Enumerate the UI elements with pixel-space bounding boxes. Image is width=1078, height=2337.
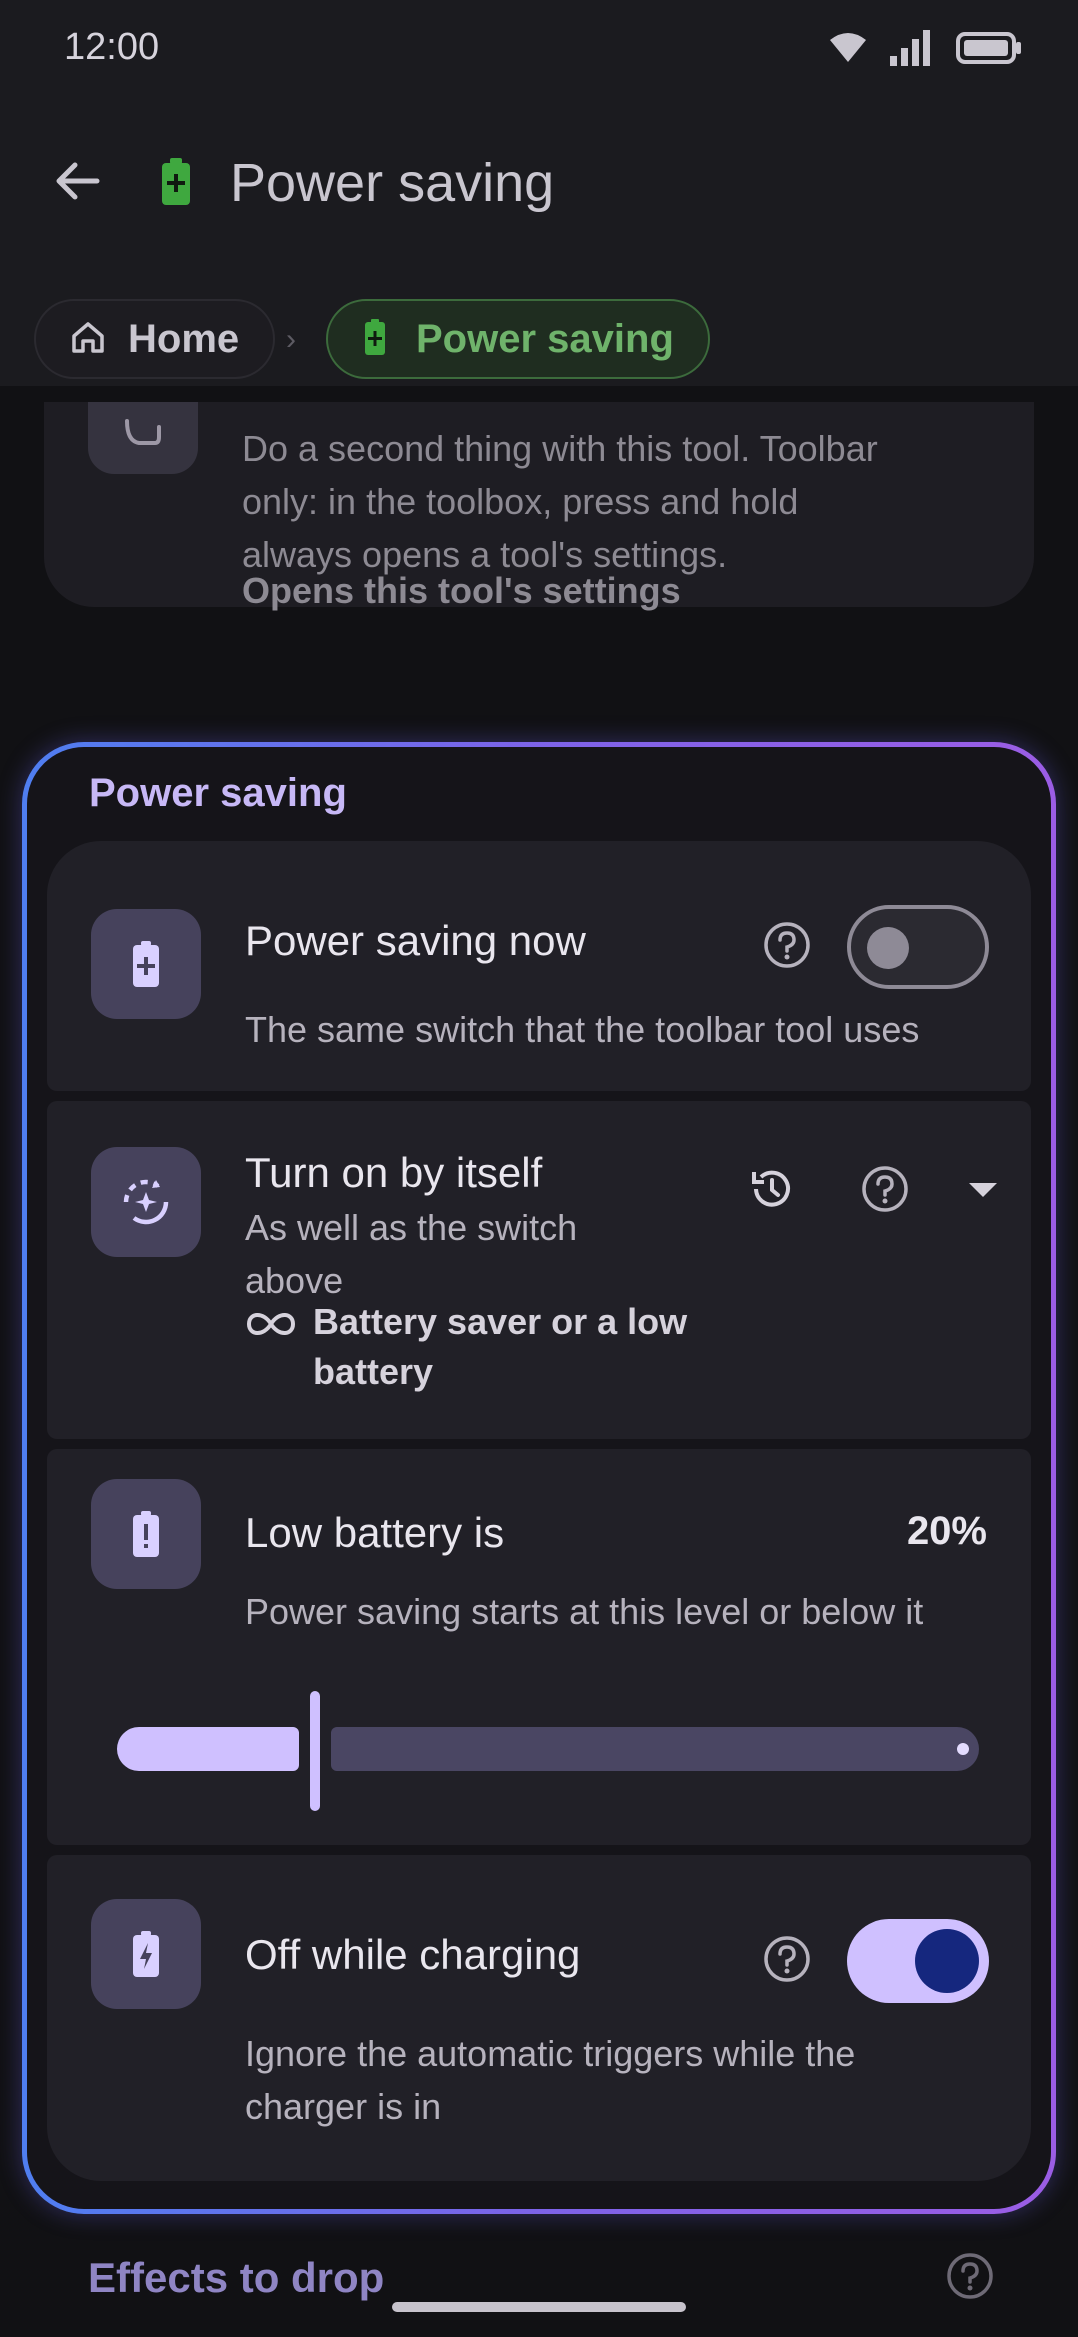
gesture-home-bar[interactable] xyxy=(392,2302,686,2312)
off-while-charging-switch[interactable] xyxy=(847,1919,989,2003)
setting-title: Low battery is xyxy=(245,1509,505,1556)
setting-description: Ignore the automatic triggers while the … xyxy=(245,2033,856,2127)
setting-description: As well as the switch above xyxy=(245,1207,578,1301)
setting-low-battery-level[interactable]: Low battery is 20% Power saving starts a… xyxy=(47,1449,1031,1845)
setting-title: Off while charging xyxy=(245,1931,581,1978)
battery-plus-icon xyxy=(364,318,386,360)
help-button[interactable] xyxy=(855,1161,915,1221)
infinity-icon xyxy=(245,1309,297,1344)
previous-setting-action: Opens this tool's settings xyxy=(242,570,681,611)
app-bar: Power saving xyxy=(0,96,1078,271)
setting-title: Power saving now xyxy=(245,917,586,964)
switch-thumb xyxy=(867,927,909,969)
setting-power-saving-now[interactable]: Power saving now The same switch that th… xyxy=(47,841,1031,1091)
switch-thumb xyxy=(915,1929,979,1993)
help-button[interactable] xyxy=(757,1931,817,1991)
help-circle-icon xyxy=(946,2252,994,2305)
chevron-down-icon xyxy=(967,1179,999,1204)
slider-active-track xyxy=(117,1727,299,1771)
previous-setting-card[interactable]: Do a second thing with this tool. Toolba… xyxy=(44,402,1034,611)
setting-description: Power saving starts at this level or bel… xyxy=(245,1591,924,1632)
slider-stop-indicator xyxy=(957,1743,969,1755)
auto-mode-icon xyxy=(91,1147,201,1257)
breadcrumb-current-label: Power saving xyxy=(416,316,674,361)
signal-icon xyxy=(890,30,934,71)
breadcrumb: Home › Power saving xyxy=(0,271,1078,386)
setting-turn-on-by-itself[interactable]: Turn on by itself As well as the switch … xyxy=(47,1101,1031,1439)
previous-setting-description: Do a second thing with this tool. Toolba… xyxy=(242,428,878,575)
status-icons xyxy=(828,30,1022,71)
history-icon xyxy=(746,1164,796,1219)
power-saving-group: Power saving Power saving now The same s… xyxy=(22,742,1056,2214)
help-circle-icon xyxy=(763,1935,811,1988)
back-button[interactable] xyxy=(40,146,114,220)
section-title: Effects to drop xyxy=(88,2254,385,2301)
status-time: 12:00 xyxy=(64,26,160,68)
group-title: Power saving xyxy=(89,771,347,815)
breadcrumb-current[interactable]: Power saving xyxy=(326,299,710,379)
help-button[interactable] xyxy=(757,917,817,977)
battery-charging-icon xyxy=(91,1899,201,2009)
battery-alert-icon xyxy=(91,1479,201,1589)
setting-description: The same switch that the toolbar tool us… xyxy=(245,1009,920,1050)
breadcrumb-home[interactable]: Home xyxy=(34,299,276,379)
help-circle-icon xyxy=(861,1165,909,1218)
battery-plus-icon xyxy=(160,158,192,211)
slider-inactive-track xyxy=(331,1727,979,1771)
breadcrumb-home-label: Home xyxy=(128,316,240,361)
settings-list[interactable]: Do a second thing with this tool. Toolba… xyxy=(0,402,1078,2337)
status-bar: 12:00 xyxy=(0,0,1078,96)
page-title: Power saving xyxy=(230,153,555,213)
expand-button[interactable] xyxy=(953,1161,1013,1221)
setting-title: Turn on by itself xyxy=(245,1149,543,1196)
section-help-button[interactable] xyxy=(938,2246,1002,2310)
battery-level-value: 20% xyxy=(906,1509,987,1553)
history-button[interactable] xyxy=(741,1161,801,1221)
setting-off-while-charging[interactable]: Off while charging Ignore the automatic … xyxy=(47,1855,1031,2181)
wifi-icon xyxy=(828,32,868,69)
battery-plus-icon xyxy=(91,909,201,1019)
battery-icon xyxy=(956,31,1022,70)
slider-handle[interactable] xyxy=(310,1691,320,1811)
breadcrumb-separator: › xyxy=(286,323,296,356)
touch-icon xyxy=(88,402,198,474)
trigger-summary: Battery saver or a low battery xyxy=(313,1301,688,1392)
arrow-left-icon xyxy=(53,161,101,206)
help-circle-icon xyxy=(763,921,811,974)
power-saving-now-switch[interactable] xyxy=(847,905,989,989)
home-icon xyxy=(70,320,106,359)
